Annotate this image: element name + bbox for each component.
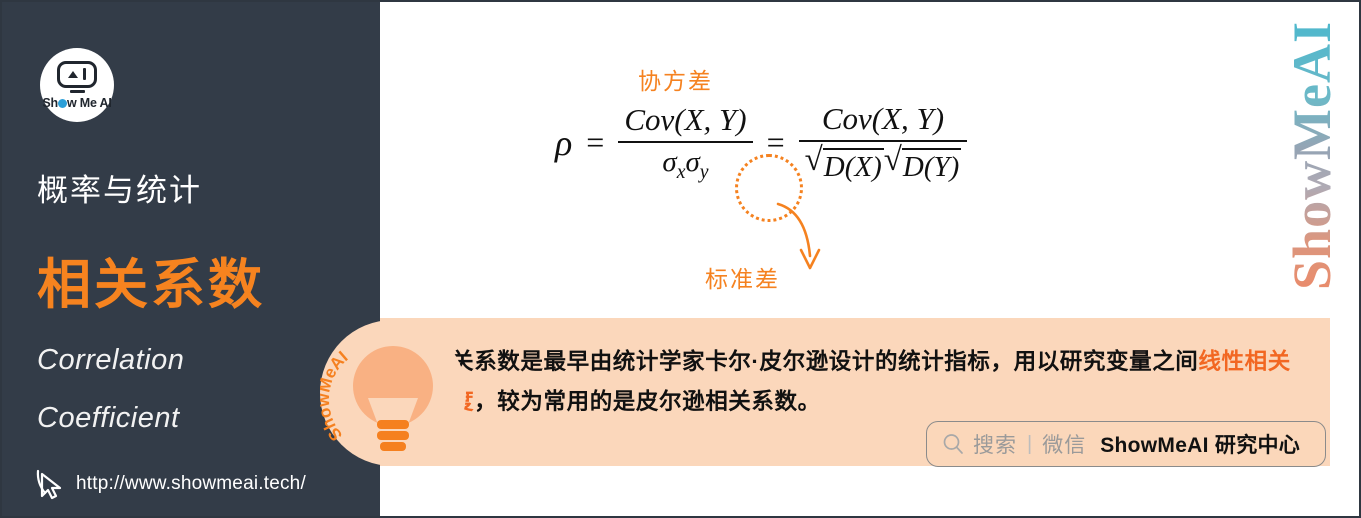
- logo-wordmark: Sh w Me AI: [42, 96, 111, 110]
- radicand-dx: D(X): [822, 147, 884, 183]
- annotation-standard-deviation: 标准差: [705, 266, 780, 292]
- search-source: 微信: [1042, 434, 1087, 457]
- sqrt-dy: √ D(Y): [883, 141, 962, 183]
- chevron-up-icon: [67, 70, 78, 78]
- bulb-base-ring-1: [377, 420, 409, 429]
- showmeai-logo: Sh w Me AI: [40, 48, 114, 122]
- sigma-x: σ: [662, 145, 677, 178]
- formula-denominator-1: σxσy: [656, 146, 714, 183]
- english-title-line-1: Correlation: [37, 344, 185, 376]
- showmeai-watermark: ShowMeAI: [1282, 20, 1347, 290]
- bulb-base-ring-2: [377, 431, 409, 440]
- info-box-text: 相关系数是最早由统计学家卡尔·皮尔逊设计的统计指标，用以研究变量之间线性相关程度…: [428, 342, 1308, 422]
- logo-wordmark-b: w Me AI: [66, 96, 112, 111]
- sigma-y: σ: [685, 145, 700, 178]
- radical-symbol: √: [804, 141, 823, 178]
- mouse-pointer-icon: [36, 469, 62, 500]
- fraction-bar: [618, 140, 753, 143]
- light-bulb-badge: ShowMeAI: [320, 320, 466, 466]
- website-url-text: http://www.showmeai.tech/: [76, 473, 306, 494]
- formula-rho: ρ: [555, 122, 573, 163]
- english-title-line-2: Coefficient: [37, 402, 180, 434]
- search-icon: [943, 434, 963, 454]
- slide-root: Sh w Me AI 概率与统计 相关系数 Correlation Coeffic…: [0, 0, 1361, 518]
- radicand-dy: D(Y): [901, 147, 962, 183]
- website-url-row[interactable]: http://www.showmeai.tech/: [34, 468, 306, 500]
- bulb-base-ring-3: [380, 442, 406, 451]
- search-divider: |: [1027, 432, 1033, 455]
- subject-label: 概率与统计: [37, 173, 202, 208]
- formula-denominator-2: √ D(X) √ D(Y): [799, 141, 968, 183]
- formula-fraction-2: Cov(X, Y) √ D(X) √ D(Y): [798, 101, 968, 183]
- sigma-y-subscript: y: [699, 160, 709, 183]
- info-line-2-rest: ，较为常用的是皮尔逊相关系数。: [474, 389, 821, 414]
- radical-symbol: √: [883, 141, 902, 178]
- sqrt-dx: √ D(X): [804, 141, 884, 183]
- search-placeholder: 搜索: [973, 434, 1017, 457]
- robot-neck-shape: [69, 90, 85, 94]
- logo-dot-icon: [57, 99, 67, 109]
- formula-numerator-1: Cov(X, Y): [624, 101, 747, 137]
- page-title: 相关系数: [37, 255, 265, 315]
- logo-wordmark-a: Sh: [42, 96, 58, 111]
- annotation-arrow-icon: [776, 202, 821, 270]
- formula-equals-1: =: [586, 124, 605, 161]
- badge-curved-text: ShowMeAI: [320, 347, 351, 444]
- wechat-search-pill[interactable]: 搜索 | 微信 ShowMeAI 研究中心: [926, 421, 1326, 467]
- bar-icon: [82, 68, 87, 81]
- search-brand-text: ShowMeAI 研究中心: [1100, 434, 1301, 457]
- annotation-covariance: 协方差: [638, 68, 713, 94]
- robot-head-icon: [57, 60, 97, 88]
- formula-fraction-1: Cov(X, Y) σxσy: [618, 101, 753, 183]
- fraction-bar: [798, 139, 968, 142]
- formula-numerator-2: Cov(X, Y): [821, 101, 945, 136]
- info-line-1: 相关系数是最早由统计学家卡尔·皮尔逊设计的统计指标，用以研究变量之间: [428, 349, 1199, 374]
